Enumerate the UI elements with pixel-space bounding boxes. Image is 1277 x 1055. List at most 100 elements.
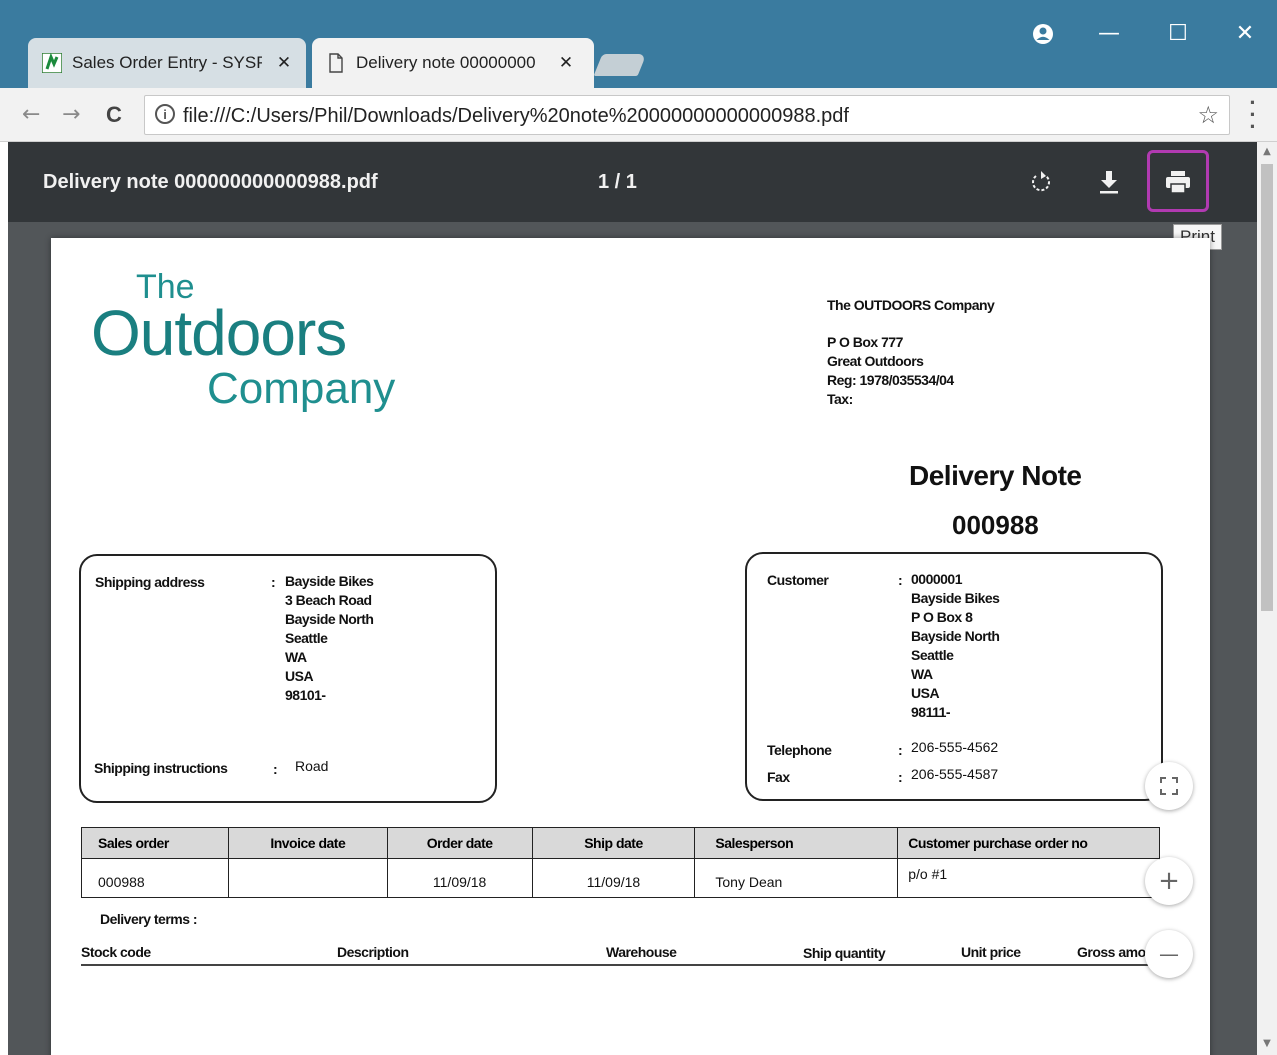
company-name: The OUTDOORS Company [827, 297, 995, 313]
document-heading: Delivery Note [909, 460, 1082, 491]
col-unit-price: Unit price [961, 944, 1021, 960]
browser-menu-icon[interactable]: · · · [1243, 92, 1263, 138]
close-window-button[interactable]: ✕ [1222, 14, 1268, 54]
customer-line: Bayside North [911, 628, 1000, 644]
cell-order-date: 11/09/18 [386, 858, 533, 898]
rotate-icon[interactable] [1021, 162, 1061, 202]
tab-sales-order-entry[interactable]: Sales Order Entry - SYSPF ✕ [28, 38, 306, 88]
pdf-viewer: Delivery note 000000000000988.pdf 1 / 1 [8, 142, 1257, 1055]
fax-label: Fax [767, 769, 790, 785]
customer-line: 98111- [911, 704, 951, 720]
company-address-1: P O Box 777 [827, 334, 903, 350]
colon: : [898, 769, 903, 785]
customer-line: P O Box 8 [911, 609, 973, 625]
col-ship-quantity: Ship quantity [803, 945, 886, 961]
cell-invoice-date [227, 858, 388, 898]
profile-icon[interactable] [1020, 14, 1066, 54]
tab-label: Sales Order Entry - SYSPF [72, 53, 262, 72]
maximize-button[interactable]: ☐ [1155, 14, 1201, 54]
cell-sales-order: 000988 [81, 858, 229, 898]
scroll-thumb[interactable] [1261, 164, 1273, 611]
col-stock-code: Stock code [81, 944, 151, 960]
tab-delivery-note[interactable]: Delivery note 000000000 ✕ [312, 38, 594, 88]
customer-line: WA [911, 666, 933, 682]
shipping-instructions-value: Road [295, 758, 329, 774]
browser-titlebar: Sales Order Entry - SYSPF ✕ Delivery not… [0, 0, 1277, 88]
reload-button[interactable]: C [106, 88, 122, 142]
shipping-line: Seattle [285, 630, 328, 646]
page-indicator: 1 / 1 [598, 171, 637, 193]
back-button[interactable]: ← [22, 88, 40, 142]
shipping-box: Shipping address : Bayside Bikes 3 Beach… [79, 554, 497, 803]
fit-page-button[interactable] [1145, 762, 1193, 810]
shipping-line: 98101- [285, 687, 326, 703]
scroll-down-icon[interactable]: ▼ [1257, 1038, 1277, 1049]
forward-button[interactable]: → [62, 88, 80, 142]
shipping-line: Bayside Bikes [285, 573, 374, 589]
header-invoice-date: Invoice date [227, 827, 388, 859]
colon: : [898, 742, 903, 758]
table-header-row: Sales order Invoice date Order date Ship… [81, 827, 1160, 859]
header-order-date: Order date [386, 827, 533, 859]
zoom-in-button[interactable]: + [1145, 857, 1193, 905]
customer-details: 0000001 Bayside Bikes P O Box 8 Bayside … [911, 570, 1000, 722]
telephone-value: 206-555-4562 [911, 739, 999, 755]
line-items-header: Stock code Description Warehouse Ship qu… [81, 938, 1160, 966]
col-description: Description [337, 944, 409, 960]
scroll-up-icon[interactable]: ▲ [1257, 146, 1277, 157]
customer-line: Bayside Bikes [911, 590, 1000, 606]
col-gross-amount: Gross amo [1077, 944, 1146, 960]
info-icon[interactable]: i [155, 104, 175, 124]
cell-salesperson: Tony Dean [694, 858, 899, 898]
header-salesperson: Salesperson [694, 827, 899, 859]
shipping-line: 3 Beach Road [285, 592, 372, 608]
colon: : [273, 761, 278, 777]
colon: : [271, 574, 276, 590]
cell-ship-date: 11/09/18 [531, 858, 696, 898]
shipping-address-label: Shipping address [95, 574, 205, 590]
shipping-line: Bayside North [285, 611, 374, 627]
url-text: file:///C:/Users/Phil/Downloads/Delivery… [183, 105, 849, 127]
logo-outdoors: Outdoors [91, 297, 347, 369]
colon: : [898, 572, 903, 588]
customer-line: 0000001 [911, 571, 963, 587]
cell-customer-po: p/o #1 [897, 858, 1160, 898]
minimize-button[interactable]: — [1086, 14, 1132, 54]
customer-line: USA [911, 685, 940, 701]
bookmark-star-icon[interactable]: ☆ [1197, 96, 1219, 134]
tab-close-icon[interactable]: ✕ [274, 38, 294, 88]
customer-label: Customer [767, 572, 829, 588]
zoom-out-button[interactable]: — [1145, 930, 1193, 978]
download-icon[interactable] [1089, 162, 1129, 202]
table-row: 000988 11/09/18 11/09/18 Tony Dean p/o #… [81, 858, 1160, 898]
browser-toolbar: ← → C i file:///C:/Users/Phil/Downloads/… [0, 88, 1277, 142]
pdf-page: The Outdoors Company The OUTDOORS Compan… [51, 238, 1210, 1055]
telephone-label: Telephone [767, 742, 832, 758]
company-tax: Tax: [827, 391, 853, 407]
shipping-line: USA [285, 668, 314, 684]
address-bar[interactable]: i file:///C:/Users/Phil/Downloads/Delive… [144, 95, 1230, 135]
tab-close-icon[interactable]: ✕ [556, 38, 576, 88]
document-icon [329, 53, 343, 73]
col-warehouse: Warehouse [606, 944, 677, 960]
document-number: 000988 [952, 510, 1039, 540]
header-sales-order: Sales order [81, 827, 229, 859]
vertical-scrollbar[interactable]: ▲ ▼ [1257, 142, 1277, 1055]
new-tab-button[interactable] [593, 54, 647, 76]
shipping-line: WA [285, 649, 307, 665]
shipping-instructions-label: Shipping instructions [94, 760, 228, 776]
company-address-2: Great Outdoors [827, 353, 924, 369]
print-button-highlight [1147, 150, 1209, 212]
pdf-filename: Delivery note 000000000000988.pdf [43, 171, 378, 193]
delivery-terms-label: Delivery terms : [100, 911, 198, 927]
orders-table: Sales order Invoice date Order date Ship… [81, 827, 1160, 898]
company-reg: Reg: 1978/035534/04 [827, 372, 954, 388]
customer-box: Customer : 0000001 Bayside Bikes P O Box… [745, 552, 1163, 801]
customer-line: Seattle [911, 647, 954, 663]
pdf-toolbar: Delivery note 000000000000988.pdf 1 / 1 [8, 142, 1257, 222]
shipping-address: Bayside Bikes 3 Beach Road Bayside North… [285, 572, 374, 705]
company-details: The OUTDOORS Company P O Box 777 Great O… [827, 296, 995, 409]
tab-label: Delivery note 000000000 [356, 53, 536, 72]
fax-value: 206-555-4587 [911, 766, 999, 782]
logo-company: Company [207, 364, 396, 413]
